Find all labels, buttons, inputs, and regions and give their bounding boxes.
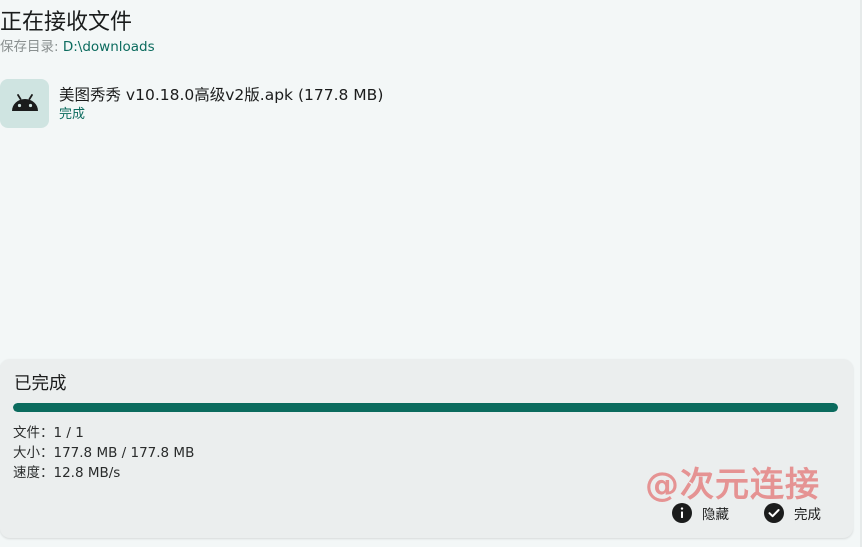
transfer-stats: 文件：1 / 1 大小：177.8 MB / 177.8 MB 速度：12.8 … [13,423,194,483]
progress-bar-fill [13,403,838,412]
watermark: @次元连接 [645,465,820,505]
transfer-summary-panel: 已完成 文件：1 / 1 大小：177.8 MB / 177.8 MB 速度：1… [0,359,853,538]
file-count-stat: 文件：1 / 1 [13,425,84,441]
header: 正在接收文件 保存目录: D:\downloads [0,8,155,57]
check-circle-icon [764,503,784,523]
file-list-item: 美图秀秀 v10.18.0高级v2版.apk (177.8 MB) 完成 [0,79,383,128]
save-directory: 保存目录: D:\downloads [0,37,155,57]
speed-stat: 速度：12.8 MB/s [13,465,121,481]
file-status: 完成 [59,107,86,122]
info-icon [672,503,692,523]
hide-button[interactable]: 隐藏 [672,502,729,524]
progress-bar [13,403,838,412]
transfer-status: 已完成 [14,374,67,394]
hide-button-label: 隐藏 [702,507,729,523]
android-icon [0,79,49,128]
page-title: 正在接收文件 [0,10,133,35]
size-stat: 大小：177.8 MB / 177.8 MB [13,445,195,461]
save-directory-label: 保存目录: [0,39,63,55]
file-name: 美图秀秀 v10.18.0高级v2版.apk (177.8 MB) [59,86,384,104]
done-button[interactable]: 完成 [764,502,821,524]
done-button-label: 完成 [794,507,821,523]
save-directory-path[interactable]: D:\downloads [63,39,155,55]
